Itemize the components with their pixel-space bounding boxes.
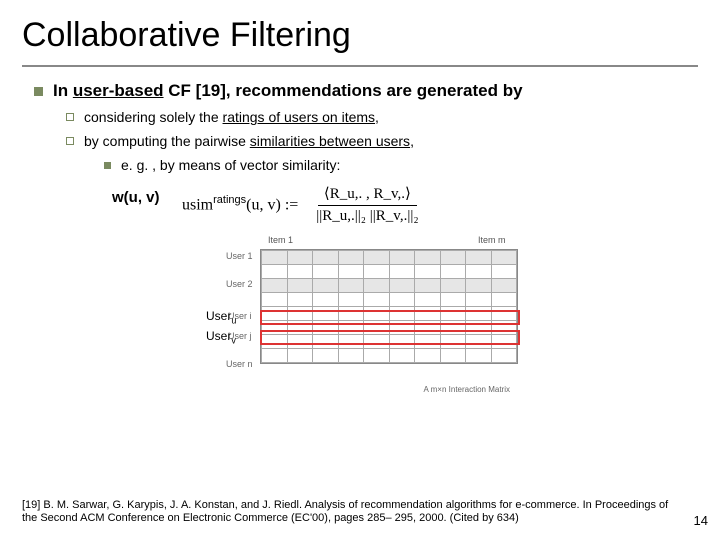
bullet-level1: In user-based CF [19], recommendations a… xyxy=(22,81,698,101)
b2b-suffix: , xyxy=(410,133,414,149)
b2a-underlined: ratings of users on items xyxy=(223,109,376,125)
b2a-suffix: , xyxy=(375,109,379,125)
bullet-level3: e. g. , by means of vector similarity: xyxy=(22,157,698,173)
slide-title: Collaborative Filtering xyxy=(22,10,698,67)
annot-v-text: User xyxy=(206,329,231,343)
matrix-header-last: Item m xyxy=(478,235,506,245)
matrix-row-label-2: User 2 xyxy=(226,279,253,289)
b2b-underlined: similarities between users xyxy=(250,133,410,149)
formula-numerator: ⟨R_u,. , R_v,.⟩ xyxy=(318,184,417,206)
matrix-diagram: Item 1 Item m User 1 User 2 User i User … xyxy=(208,233,518,393)
formula-fraction: ⟨R_u,. , R_v,.⟩ ||R_u,.||₂ ||R_v,.||₂ xyxy=(316,184,418,225)
b2b-prefix: by computing the pairwise xyxy=(84,133,250,149)
bullet-level2-b: by computing the pairwise similarities b… xyxy=(22,133,698,149)
annot-u-sub: u xyxy=(231,315,236,325)
matrix-caption: A m×n Interaction Matrix xyxy=(424,385,510,394)
matrix-row-label-n: User n xyxy=(226,359,253,369)
formula-args: (u, v) := xyxy=(246,197,298,214)
matrix-grid xyxy=(260,249,518,364)
hollow-square-bullet-icon xyxy=(66,113,74,121)
matrix-header-first: Item 1 xyxy=(268,235,293,245)
square-bullet-icon xyxy=(34,87,43,96)
matrix-row-label-1: User 1 xyxy=(226,251,253,261)
formula: usimratings(u, v) := ⟨R_u,. , R_v,.⟩ ||R… xyxy=(182,184,698,225)
b2a-prefix: considering solely the xyxy=(84,109,223,125)
formula-superscript: ratings xyxy=(213,194,246,206)
highlight-row-v xyxy=(260,330,520,345)
reference-citation: [19] B. M. Sarwar, G. Karypis, J. A. Kon… xyxy=(22,499,680,527)
annot-v-sub: v xyxy=(231,335,236,345)
annotation-user-u: Useru xyxy=(206,309,236,325)
formula-denominator: ||R_u,.||₂ ||R_v,.||₂ xyxy=(316,206,418,225)
b1-prefix: In xyxy=(53,81,73,100)
bullet-level2-a: considering solely the ratings of users … xyxy=(22,109,698,125)
annotation-user-v: Userv xyxy=(206,329,236,345)
b1-suffix: CF [19], recommendations are generated b… xyxy=(164,81,523,100)
slide-number: 14 xyxy=(694,513,708,528)
highlight-row-u xyxy=(260,310,520,325)
square-bullet-icon xyxy=(104,162,111,169)
hollow-square-bullet-icon xyxy=(66,137,74,145)
formula-usim: usim xyxy=(182,197,213,214)
b3-text: e. g. , by means of vector similarity: xyxy=(121,157,340,173)
annot-u-text: User xyxy=(206,309,231,323)
b1-underlined: user-based xyxy=(73,81,164,100)
slide: Collaborative Filtering In user-based CF… xyxy=(0,0,720,540)
